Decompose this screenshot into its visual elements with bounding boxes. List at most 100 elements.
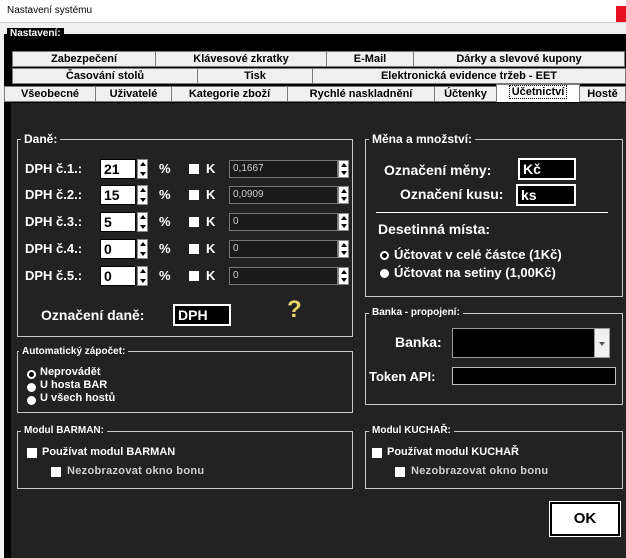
barman-frame	[17, 431, 353, 489]
dph3-k-checkbox[interactable]	[189, 217, 199, 227]
tab-hoste[interactable]: Hostě	[579, 86, 626, 102]
dph5-k-checkbox[interactable]	[189, 271, 199, 281]
dph4-k-input[interactable]: 0	[229, 240, 338, 258]
zapocet-legend: Automatický zápočet:	[19, 345, 129, 359]
k-label: K	[206, 268, 216, 283]
mena-legend: Měna a množství:	[369, 132, 476, 146]
token-label: Token API:	[369, 369, 436, 384]
k-label: K	[206, 187, 216, 202]
percent-label: %	[159, 268, 171, 283]
zapocet-option-all-label[interactable]: U všech hostů	[40, 392, 115, 404]
tab-vseobecne[interactable]: Všeobecné	[4, 86, 96, 102]
help-icon[interactable]: ?	[287, 296, 302, 324]
dph2-k-checkbox[interactable]	[189, 190, 199, 200]
dph2-k-input[interactable]: 0,0909	[229, 186, 338, 204]
tab-uzivatele[interactable]: Uživatelé	[95, 86, 172, 102]
decimals-option-cents-radio[interactable]	[380, 269, 389, 278]
dph3-k-spinner[interactable]	[338, 213, 349, 231]
decimals-option-whole-radio[interactable]	[380, 251, 389, 260]
dph1-k-checkbox[interactable]	[189, 164, 199, 174]
tab-klavesove-zkratky[interactable]: Klávesové zkratky	[155, 51, 327, 67]
tab-tisk[interactable]: Tisk	[197, 68, 313, 84]
close-icon[interactable]	[616, 6, 626, 22]
kuchar-use-label[interactable]: Používat modul KUCHAŘ	[387, 446, 519, 458]
zapocet-option-none-label[interactable]: Neprovádět	[40, 366, 101, 378]
tab-casovani-stolu[interactable]: Časování stolů	[12, 68, 198, 84]
tab-kategorie-zbozi[interactable]: Kategorie zboží	[171, 86, 288, 102]
unit-input[interactable]: ks	[516, 184, 576, 206]
k-label: K	[206, 241, 216, 256]
title-bar: Nastavení systému	[0, 0, 626, 23]
percent-label: %	[159, 161, 171, 176]
dane-legend: Daně:	[21, 132, 61, 146]
percent-label: %	[159, 241, 171, 256]
k-label: K	[206, 161, 216, 176]
ok-button[interactable]: OK	[549, 501, 621, 537]
kuchar-frame	[365, 431, 623, 489]
dph1-input[interactable]: 21	[100, 159, 136, 179]
dph2-spinner[interactable]	[137, 185, 148, 205]
zapocet-option-bar-radio[interactable]	[27, 383, 36, 392]
dph2-input[interactable]: 15	[100, 185, 136, 205]
dph1-spinner[interactable]	[137, 159, 148, 179]
dph4-label: DPH č.4.:	[25, 241, 83, 256]
zapocet-option-all-radio[interactable]	[27, 396, 36, 405]
unit-label: Označení kusu:	[400, 186, 504, 202]
tab-email[interactable]: E-Mail	[326, 51, 414, 67]
dph4-spinner[interactable]	[137, 239, 148, 259]
dph3-input[interactable]: 5	[100, 212, 136, 232]
bank-select[interactable]	[452, 328, 610, 358]
dph4-k-spinner[interactable]	[338, 240, 349, 258]
bank-select-value	[453, 336, 457, 350]
kuchar-hide-label[interactable]: Nezobrazovat okno bonu	[411, 465, 548, 477]
tab-zabezpeceni[interactable]: Zabezpečení	[12, 51, 156, 67]
banka-frame	[365, 313, 623, 405]
kuchar-hide-checkbox[interactable]	[395, 467, 405, 477]
dph3-label: DPH č.3.:	[25, 214, 83, 229]
zapocet-option-none-radio[interactable]	[27, 370, 36, 379]
dph3-spinner[interactable]	[137, 212, 148, 232]
dph1-k-spinner[interactable]	[338, 160, 349, 178]
barman-legend: Modul BARMAN:	[21, 424, 107, 438]
dph5-input[interactable]: 0	[100, 266, 136, 286]
tab-darky[interactable]: Dárky a slevové kupony	[413, 51, 625, 67]
kuchar-legend: Modul KUCHAŘ:	[369, 424, 454, 438]
percent-label: %	[159, 187, 171, 202]
dph5-spinner[interactable]	[137, 266, 148, 286]
dph1-k-input[interactable]: 0,1667	[229, 160, 338, 178]
dph5-k-spinner[interactable]	[338, 267, 349, 285]
oznaceni-dane-input[interactable]: DPH	[173, 304, 231, 326]
tab-ucetnictvi[interactable]: Účetnictví	[496, 84, 580, 102]
decimals-label: Desetinná místa:	[378, 221, 491, 237]
dph5-k-input[interactable]: 0	[229, 267, 338, 285]
banka-legend: Banka - propojení:	[369, 306, 463, 320]
currency-label: Označení měny:	[384, 162, 492, 178]
dph2-k-spinner[interactable]	[338, 186, 349, 204]
barman-hide-checkbox[interactable]	[51, 467, 61, 477]
barman-hide-label[interactable]: Nezobrazovat okno bonu	[67, 465, 204, 477]
divider	[376, 212, 608, 213]
dph4-k-checkbox[interactable]	[189, 244, 199, 254]
dph4-input[interactable]: 0	[100, 239, 136, 259]
currency-input[interactable]: Kč	[518, 158, 576, 180]
dph1-label: DPH č.1.:	[25, 161, 83, 176]
tab-uctenky[interactable]: Účtenky	[434, 86, 497, 102]
barman-use-label[interactable]: Používat modul BARMAN	[42, 446, 175, 458]
dph5-label: DPH č.5.:	[25, 268, 83, 283]
oznaceni-dane-label: Označení daně:	[41, 307, 145, 323]
percent-label: %	[159, 214, 171, 229]
tab-eet[interactable]: Elektronická evidence tržeb - EET	[312, 68, 626, 84]
decimals-option-cents-label[interactable]: Účtovat na setiny (1,00Kč)	[394, 265, 556, 280]
kuchar-use-checkbox[interactable]	[372, 448, 382, 458]
decimals-option-whole-label[interactable]: Účtovat v celé částce (1Kč)	[394, 247, 562, 262]
tab-rychle-naskladneni[interactable]: Rychlé naskladnění	[287, 86, 435, 102]
dph3-k-input[interactable]: 0	[229, 213, 338, 231]
chevron-down-icon[interactable]	[594, 329, 609, 357]
k-label: K	[206, 214, 216, 229]
bank-label: Banka:	[395, 334, 442, 350]
zapocet-option-bar-label[interactable]: U hosta BAR	[40, 379, 107, 391]
token-input[interactable]	[452, 367, 616, 385]
settings-group-label: Nastavení:	[7, 28, 64, 40]
barman-use-checkbox[interactable]	[27, 448, 37, 458]
window-title: Nastavení systému	[7, 5, 93, 16]
